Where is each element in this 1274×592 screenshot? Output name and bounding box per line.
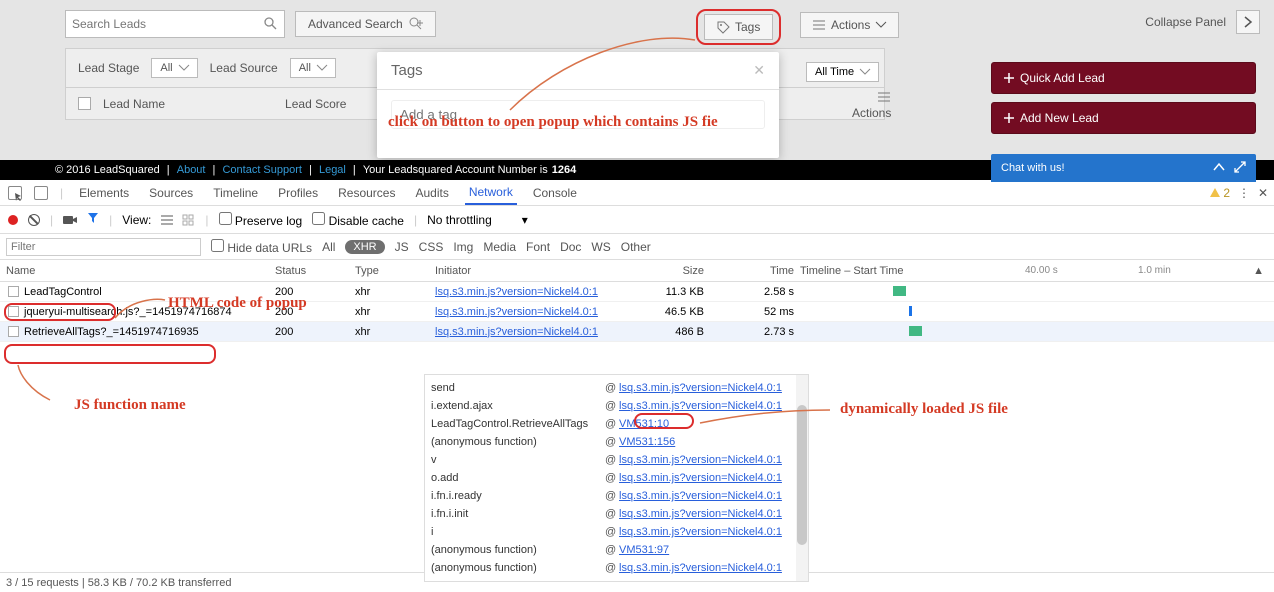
annotation-js-function: JS function name xyxy=(74,397,186,414)
annotation-dynamic-js: dynamically loaded JS file xyxy=(840,401,1008,418)
annotation-click-button: click on button to open popup which cont… xyxy=(388,114,718,131)
annotation-box-vm531 xyxy=(634,413,694,429)
annotation-box-leadtagcontrol xyxy=(4,303,116,321)
annotation-html-popup: HTML code of popup xyxy=(168,295,307,312)
annotation-box-retrievealltags xyxy=(4,344,216,364)
